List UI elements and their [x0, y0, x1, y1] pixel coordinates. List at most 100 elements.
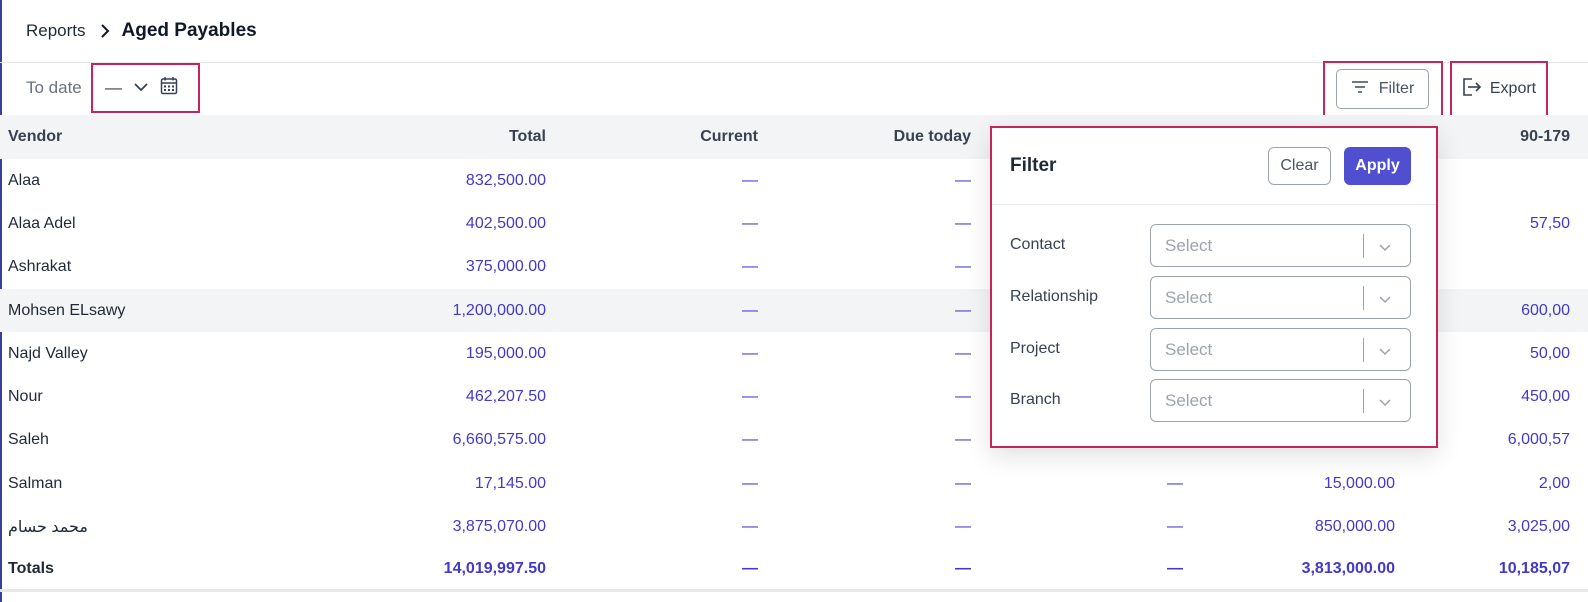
vendor-name: Alaa Adel — [8, 214, 76, 232]
vendor-name: Saleh — [8, 431, 49, 449]
chevron-down-icon[interactable] — [134, 79, 148, 97]
due-today-amount: — — [955, 431, 971, 449]
current-amount: — — [742, 518, 758, 536]
header-vendor[interactable]: Vendor — [8, 128, 62, 146]
select-divider — [1363, 389, 1364, 413]
totals-col5: 3,813,000.00 — [1301, 559, 1395, 577]
export-button[interactable]: Export — [1450, 61, 1548, 117]
header-due-today[interactable]: Due today — [770, 128, 971, 146]
export-icon — [1462, 77, 1482, 101]
table-row: Salman 17,145.00 — — — 15,000.00 2,00 — [0, 462, 1588, 505]
totals-total: 14,019,997.50 — [443, 559, 546, 577]
filter-project-row: Project Select — [992, 328, 1436, 372]
header-current[interactable]: Current — [560, 128, 758, 146]
vendor-name: محمد حسام — [8, 519, 88, 537]
table-row: محمد حسام 3,875,070.00 — — — 850,000.00 … — [0, 505, 1588, 548]
due-today-amount: — — [955, 301, 971, 319]
total-amount-link[interactable]: 195,000.00 — [300, 345, 546, 363]
header-total[interactable]: Total — [300, 128, 546, 146]
project-select-placeholder: Select — [1165, 340, 1213, 359]
select-divider — [1363, 286, 1364, 310]
contact-select[interactable]: Select — [1150, 224, 1411, 267]
total-amount-link[interactable]: 17,145.00 — [300, 475, 546, 493]
page-header: Reports Aged Payables — [0, 0, 1588, 63]
to-date-label: To date — [26, 78, 82, 97]
filter-project-label: Project — [1010, 340, 1060, 357]
date-value: — — [105, 78, 122, 97]
col5-amount[interactable]: 850,000.00 — [1200, 518, 1395, 536]
due-today-amount: — — [955, 214, 971, 232]
vendor-name: Mohsen ELsawy — [8, 301, 126, 319]
chevron-down-icon[interactable] — [1379, 394, 1391, 412]
relationship-select-placeholder: Select — [1165, 288, 1213, 307]
vendor-name: Alaa — [8, 171, 41, 189]
totals-col6: 10,185,07 — [1498, 559, 1570, 577]
page-title: Aged Payables — [121, 20, 257, 41]
filter-button-label: Filter — [1378, 80, 1415, 97]
apply-button[interactable]: Apply — [1344, 147, 1411, 185]
chevron-right-icon — [100, 24, 110, 38]
filter-panel: Filter Clear Apply Contact Select Relati… — [990, 126, 1438, 448]
branch-select-placeholder: Select — [1165, 391, 1213, 410]
current-amount: — — [742, 431, 758, 449]
col6-amount[interactable]: 3,025,00 — [1410, 518, 1570, 536]
due-today-amount: — — [955, 518, 971, 536]
filter-branch-row: Branch Select — [992, 379, 1436, 423]
chevron-down-icon[interactable] — [1379, 291, 1391, 309]
due-today-amount: — — [955, 344, 971, 362]
filter-panel-header: Filter Clear Apply — [992, 128, 1436, 205]
col4-amount: — — [1167, 474, 1183, 492]
totals-row: Totals 14,019,997.50 — — — 3,813,000.00 … — [0, 549, 1588, 592]
report-toolbar: To date — Filter Export — [0, 61, 1588, 117]
total-amount-link[interactable]: 402,500.00 — [300, 215, 546, 233]
col6-amount[interactable]: 2,00 — [1410, 475, 1570, 493]
contact-select-placeholder: Select — [1165, 236, 1213, 255]
vendor-name: Ashrakat — [8, 258, 72, 276]
current-amount: — — [742, 344, 758, 362]
total-amount-link[interactable]: 3,875,070.00 — [300, 518, 546, 536]
col5-amount[interactable]: 15,000.00 — [1200, 475, 1395, 493]
filter-contact-row: Contact Select — [992, 224, 1436, 268]
vendor-name: Najd Valley — [8, 344, 88, 362]
branch-select[interactable]: Select — [1150, 379, 1411, 422]
current-amount: — — [742, 301, 758, 319]
vendor-name: Salman — [8, 474, 63, 492]
chevron-down-icon[interactable] — [1379, 343, 1391, 361]
vendor-name: Nour — [8, 388, 43, 406]
current-amount: — — [742, 388, 758, 406]
clear-button[interactable]: Clear — [1268, 147, 1331, 185]
current-amount: — — [742, 258, 758, 276]
filter-relationship-row: Relationship Select — [992, 276, 1436, 320]
total-amount-link[interactable]: 832,500.00 — [300, 172, 546, 190]
filter-lines-icon — [1351, 80, 1369, 99]
total-amount-link[interactable]: 462,207.50 — [300, 388, 546, 406]
due-today-amount: — — [955, 474, 971, 492]
current-amount: — — [742, 214, 758, 232]
filter-branch-label: Branch — [1010, 391, 1061, 408]
filter-contact-label: Contact — [1010, 236, 1066, 253]
chevron-down-icon[interactable] — [1379, 239, 1391, 257]
breadcrumb-reports-link[interactable]: Reports — [26, 21, 86, 41]
current-amount: — — [742, 474, 758, 492]
relationship-select[interactable]: Select — [1150, 276, 1411, 319]
filter-button[interactable]: Filter — [1336, 69, 1429, 109]
totals-due-today: — — [955, 559, 971, 577]
calendar-icon[interactable] — [160, 76, 178, 100]
to-date-picker[interactable]: — — [91, 63, 200, 113]
totals-current: — — [742, 559, 758, 577]
project-select[interactable]: Select — [1150, 328, 1411, 371]
total-amount-link[interactable]: 6,660,575.00 — [300, 431, 546, 449]
total-amount-link[interactable]: 375,000.00 — [300, 258, 546, 276]
col4-amount: — — [1167, 518, 1183, 536]
select-divider — [1363, 338, 1364, 362]
due-today-amount: — — [955, 258, 971, 276]
due-today-amount: — — [955, 171, 971, 189]
total-amount-link[interactable]: 1,200,000.00 — [300, 302, 546, 320]
totals-label: Totals — [8, 559, 54, 577]
filter-panel-title: Filter — [1010, 155, 1057, 176]
current-amount: — — [742, 171, 758, 189]
due-today-amount: — — [955, 388, 971, 406]
filter-relationship-label: Relationship — [1010, 288, 1099, 305]
select-divider — [1363, 234, 1364, 258]
totals-col4: — — [1167, 559, 1183, 577]
